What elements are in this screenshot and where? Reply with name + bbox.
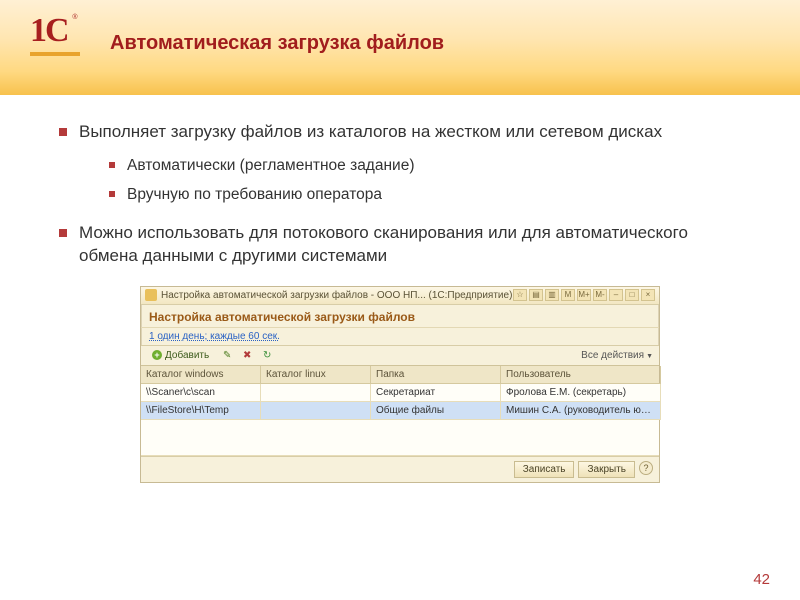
sub-bullet-item: Вручную по требованию оператора <box>107 185 745 206</box>
all-actions-menu[interactable]: Все действия▼ <box>581 350 653 361</box>
plus-icon: + <box>152 350 162 360</box>
app-window: Настройка автоматической загрузки файлов… <box>140 286 660 483</box>
toolbtn[interactable]: M- <box>593 289 607 301</box>
save-button[interactable]: Записать <box>514 461 575 478</box>
minimize-button[interactable]: – <box>609 289 623 301</box>
refresh-button[interactable]: ↻ <box>260 348 274 362</box>
slide-content: Выполняет загрузку файлов из каталогов н… <box>0 95 800 483</box>
toolbtn[interactable]: ▥ <box>545 289 559 301</box>
bullet-list: Выполняет загрузку файлов из каталогов н… <box>55 121 745 268</box>
toolbtn[interactable]: M+ <box>577 289 591 301</box>
form-title: Настройка автоматической загрузки файлов <box>141 305 659 328</box>
favorite-button[interactable]: ☆ <box>513 289 527 301</box>
help-button[interactable]: ? <box>639 461 653 475</box>
logo-text: 1С <box>30 12 68 49</box>
chevron-down-icon: ▼ <box>646 353 653 360</box>
cell: Мишин С.А. (руководитель юрид... <box>501 402 661 420</box>
col-header[interactable]: Папка <box>371 366 501 384</box>
cell: Секретариат <box>371 384 501 402</box>
cell: Общие файлы <box>371 402 501 420</box>
table-row[interactable]: \\FileStore\H\Temp Общие файлы Мишин С.А… <box>141 402 659 420</box>
bullet-item: Можно использовать для потокового сканир… <box>55 222 745 268</box>
cell: Фролова Е.М. (секретарь) <box>501 384 661 402</box>
col-header[interactable]: Каталог windows <box>141 366 261 384</box>
sub-bullet-item: Автоматически (регламентное задание) <box>107 156 745 177</box>
schedule-link[interactable]: 1 один день; каждые 60 сек. <box>149 331 280 342</box>
edit-button[interactable]: ✎ <box>220 348 234 362</box>
bullet-text: Выполняет загрузку файлов из каталогов н… <box>79 122 662 141</box>
logo-underline <box>30 52 80 56</box>
close-button[interactable]: × <box>641 289 655 301</box>
table-row[interactable]: \\Scaner\c\scan Секретариат Фролова Е.М.… <box>141 384 659 402</box>
cell <box>261 402 371 420</box>
window-buttons: ☆ ▤ ▥ M M+ M- – □ × <box>513 289 655 301</box>
table-empty-area <box>141 420 659 456</box>
toolbtn[interactable]: ▤ <box>529 289 543 301</box>
slide: 1С ® Автоматическая загрузка файлов Выпо… <box>0 0 800 600</box>
schedule-row: 1 один день; каждые 60 сек. <box>141 328 659 345</box>
app-icon <box>145 289 157 301</box>
cell <box>261 384 371 402</box>
slide-header: 1С ® Автоматическая загрузка файлов <box>0 0 800 95</box>
data-table: Каталог windows Каталог linux Папка Поль… <box>141 365 659 456</box>
add-label: Добавить <box>165 350 209 361</box>
sub-bullet-list: Автоматически (регламентное задание) Вру… <box>107 156 745 206</box>
toolbar: + Добавить ✎ ✖ ↻ Все действия▼ <box>141 346 659 365</box>
page-number: 42 <box>753 571 770 588</box>
col-header[interactable]: Каталог linux <box>261 366 371 384</box>
cell: \\FileStore\H\Temp <box>141 402 261 420</box>
bullet-item: Выполняет загрузку файлов из каталогов н… <box>55 121 745 206</box>
delete-button[interactable]: ✖ <box>240 348 254 362</box>
add-button[interactable]: + Добавить <box>147 348 214 363</box>
window-titlebar: Настройка автоматической загрузки файлов… <box>141 287 659 305</box>
logo: 1С ® <box>30 12 68 50</box>
toolbtn[interactable]: M <box>561 289 575 301</box>
maximize-button[interactable]: □ <box>625 289 639 301</box>
trademark-icon: ® <box>72 14 77 21</box>
form-footer: Записать Закрыть ? <box>141 456 659 482</box>
close-form-button[interactable]: Закрыть <box>578 461 635 478</box>
table-header: Каталог windows Каталог linux Папка Поль… <box>141 366 659 384</box>
col-header[interactable]: Пользователь <box>501 366 661 384</box>
cell: \\Scaner\c\scan <box>141 384 261 402</box>
slide-title: Автоматическая загрузка файлов <box>110 32 444 55</box>
window-title: Настройка автоматической загрузки файлов… <box>161 290 513 301</box>
